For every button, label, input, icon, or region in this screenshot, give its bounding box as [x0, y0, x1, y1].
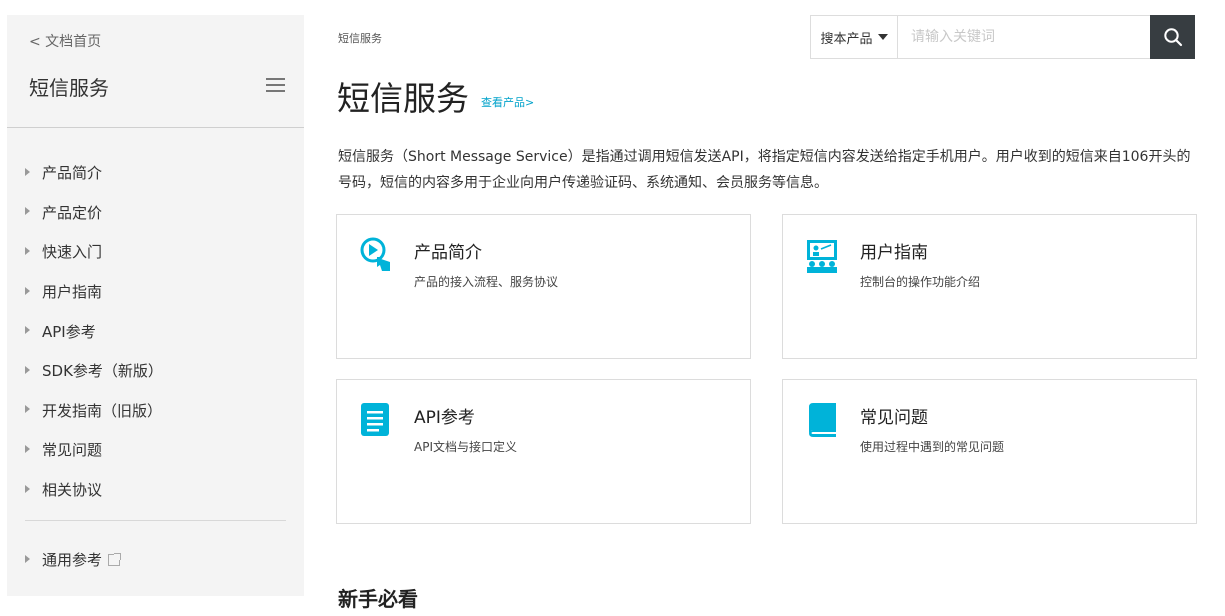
card-description: API文档与接口定义 [414, 440, 517, 454]
sidebar-item-label: 产品定价 [42, 203, 103, 222]
sidebar-item-product-intro[interactable]: 产品简介 [25, 153, 163, 193]
sidebar-item-label: 快速入门 [42, 243, 103, 262]
back-to-docs-home-link[interactable]: < 文档首页 [29, 31, 101, 51]
sidebar-item-quick-start[interactable]: 快速入门 [25, 232, 163, 272]
sidebar-item-label: 常见问题 [42, 441, 103, 460]
sidebar-item-label: SDK参考（新版） [42, 362, 163, 381]
product-intro-text: 短信服务（Short Message Service）是指通过调用短信发送API… [338, 149, 1191, 191]
sidebar-item-general-reference[interactable]: 通用参考 [25, 540, 122, 580]
hamburger-menu-icon[interactable] [266, 78, 285, 92]
card-description: 使用过程中遇到的常见问题 [860, 440, 1005, 454]
page-title: 短信服务 [337, 79, 469, 118]
caret-right-icon [25, 326, 30, 335]
sidebar-nav: 产品简介 产品定价 快速入门 用户指南 API参考 SDK参考（新版） 开发指南… [25, 153, 163, 509]
caret-right-icon [25, 207, 30, 216]
section-title-getting-started: 新手必看 [338, 587, 418, 611]
play-touch-icon [360, 237, 390, 271]
card-title: 用户指南 [860, 243, 928, 263]
book-icon [809, 403, 836, 437]
sidebar-item-user-guide[interactable]: 用户指南 [25, 272, 163, 312]
sidebar-item-faq[interactable]: 常见问题 [25, 430, 163, 470]
external-link-icon [108, 552, 122, 566]
card-description: 控制台的操作功能介绍 [860, 275, 981, 289]
card-title: API参考 [414, 408, 475, 428]
search-icon [1163, 28, 1182, 47]
breadcrumb[interactable]: 短信服务 [338, 30, 382, 46]
sidebar-item-label: 相关协议 [42, 481, 103, 500]
caret-right-icon [25, 444, 30, 453]
card-title: 常见问题 [860, 408, 928, 428]
sidebar: < 文档首页 短信服务 产品简介 产品定价 快速入门 用户指南 API参考 SD… [7, 15, 304, 596]
sidebar-item-label: 通用参考 [42, 551, 103, 570]
sidebar-item-api-reference[interactable]: API参考 [25, 311, 163, 351]
caret-down-icon [877, 34, 888, 40]
sidebar-item-label: 开发指南（旧版） [42, 401, 163, 420]
sidebar-item-dev-guide-legacy[interactable]: 开发指南（旧版） [25, 391, 163, 431]
presentation-audience-icon [807, 240, 837, 273]
sidebar-title: 短信服务 [29, 76, 109, 100]
search-bar: 搜本产品 [810, 15, 1195, 59]
caret-right-icon [25, 286, 30, 295]
document-icon [361, 403, 389, 436]
card-product-intro[interactable]: 产品简介 产品的接入流程、服务协议 [336, 214, 751, 359]
sidebar-item-label: API参考 [42, 322, 96, 341]
search-scope-dropdown[interactable]: 搜本产品 [811, 16, 898, 58]
card-description: 产品的接入流程、服务协议 [414, 275, 559, 289]
card-api-reference[interactable]: API参考 API文档与接口定义 [336, 379, 751, 524]
search-input[interactable] [898, 16, 1150, 58]
card-user-guide[interactable]: 用户指南 控制台的操作功能介绍 [782, 214, 1197, 359]
caret-right-icon [25, 167, 30, 176]
sidebar-item-label: 产品简介 [42, 164, 103, 183]
sidebar-item-agreements[interactable]: 相关协议 [25, 470, 163, 510]
sidebar-item-pricing[interactable]: 产品定价 [25, 193, 163, 233]
caret-right-icon [25, 484, 30, 493]
view-product-link[interactable]: 查看产品> [481, 94, 534, 110]
search-scope-label: 搜本产品 [820, 31, 873, 47]
card-title: 产品简介 [414, 243, 482, 263]
caret-right-icon [25, 365, 30, 374]
sidebar-divider [25, 520, 286, 521]
caret-right-icon [25, 554, 30, 563]
sidebar-item-sdk-reference[interactable]: SDK参考（新版） [25, 351, 163, 391]
card-faq[interactable]: 常见问题 使用过程中遇到的常见问题 [782, 379, 1197, 524]
caret-right-icon [25, 246, 30, 255]
sidebar-divider [7, 127, 304, 128]
caret-right-icon [25, 405, 30, 414]
sidebar-item-label: 用户指南 [42, 283, 103, 302]
search-button[interactable] [1150, 15, 1195, 59]
